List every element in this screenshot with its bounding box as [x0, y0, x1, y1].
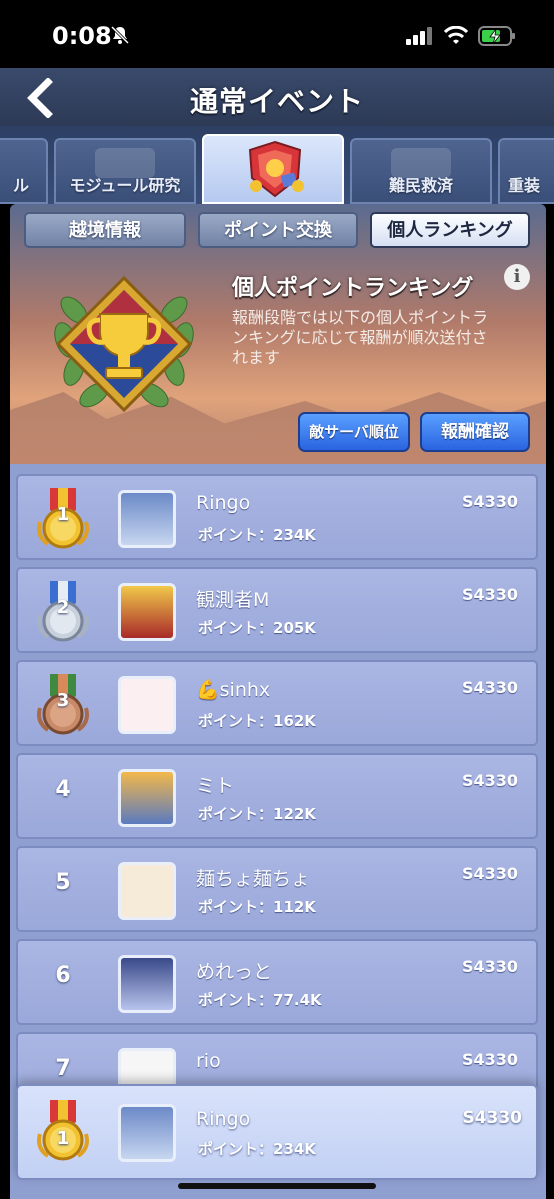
- player-server: S4330: [461, 1050, 518, 1069]
- subtab-point-exchange[interactable]: ポイント交換: [198, 212, 358, 248]
- ranking-row[interactable]: 5 麺ちょ麺ちょ ポイント：112K S4330: [16, 846, 538, 932]
- player-points: ポイント：122K: [198, 805, 316, 823]
- event-emblem-icon: [248, 140, 304, 198]
- info-icon[interactable]: i: [504, 264, 530, 290]
- player-name: Ringo: [196, 1108, 251, 1130]
- ranking-banner: 越境情報 ポイント交換 個人ランキング 個人ポイントランキング i 報酬段階では…: [10, 204, 546, 464]
- player-name: Ringo: [196, 492, 251, 514]
- player-points: ポイント：162K: [198, 712, 316, 730]
- tab-label: 難民救済: [388, 176, 453, 195]
- tab-heavy[interactable]: 重装: [498, 138, 554, 204]
- subtab-personal-ranking[interactable]: 個人ランキング: [370, 212, 530, 248]
- tab-label: ル: [12, 176, 29, 195]
- player-points: ポイント：205K: [198, 619, 316, 637]
- tab-label: モジュール研究: [69, 176, 181, 195]
- player-server: S4330: [461, 864, 518, 883]
- rank-number: 1: [56, 1128, 70, 1149]
- tab-label: 重装: [508, 176, 541, 195]
- avatar: [118, 955, 176, 1013]
- tab-module-research[interactable]: モジュール研究: [54, 138, 196, 204]
- page-title: 通常イベント: [189, 85, 364, 118]
- player-server: S4330: [461, 678, 518, 697]
- avatar: [118, 769, 176, 827]
- avatar: [118, 862, 176, 920]
- player-name: めれっと: [196, 961, 273, 983]
- rank-number: 1: [56, 504, 70, 525]
- player-name: 観測者M: [196, 589, 270, 611]
- player-points: ポイント：234K: [198, 526, 316, 544]
- player-points: ポイント：112K: [198, 898, 316, 916]
- player-server: S4330: [461, 957, 518, 976]
- ranking-row[interactable]: 2 観測者M ポイント：205K S4330: [16, 567, 538, 653]
- rank-number: 3: [56, 690, 70, 711]
- page-header: 通常イベント: [0, 68, 554, 128]
- rank-number: 7: [55, 1056, 71, 1081]
- ranking-row[interactable]: 6 めれっと ポイント：77.4K S4330: [16, 939, 538, 1025]
- rank-number: 5: [55, 870, 71, 895]
- player-points: ポイント：234K: [198, 1140, 316, 1158]
- player-name: rio: [196, 1050, 221, 1072]
- wifi-icon: [444, 26, 468, 44]
- cellular-signal-icon: [406, 27, 432, 45]
- avatar: [118, 676, 176, 734]
- home-indicator[interactable]: [178, 1183, 376, 1189]
- ranking-row[interactable]: 1 Ringo ポイント：234K S4330: [16, 474, 538, 560]
- battery-charging-icon: [478, 26, 515, 46]
- avatar: [118, 583, 176, 641]
- ranking-description: 報酬段階では以下の個人ポイントランキングに応じて報酬が順次送付されます: [232, 308, 489, 367]
- player-server: S4330: [461, 771, 518, 790]
- status-time: 0:08: [52, 22, 112, 50]
- player-name: 💪sinhx: [196, 679, 271, 701]
- ranking-title: 個人ポイントランキング: [232, 276, 474, 301]
- player-name: ミト: [196, 775, 235, 797]
- status-bar: 0:08: [0, 0, 554, 68]
- reward-check-button[interactable]: 報酬確認: [420, 412, 530, 452]
- bell-muted-icon: [110, 25, 130, 45]
- tab-ranking-event[interactable]: [202, 134, 344, 204]
- player-name: 麺ちょ麺ちょ: [196, 868, 311, 890]
- tab-previous[interactable]: ル: [0, 138, 48, 204]
- trophy-laurel-icon: [54, 275, 194, 413]
- avatar: [118, 1104, 176, 1162]
- ranking-row[interactable]: 3 💪sinhx ポイント：162K S4330: [16, 660, 538, 746]
- rank-number: 6: [55, 963, 71, 988]
- tab-refugee-rescue[interactable]: 難民救済: [350, 138, 492, 204]
- event-tabs: ル モジュール研究 難民救済 重装: [0, 126, 554, 204]
- player-server: S4330: [461, 585, 518, 604]
- enemy-server-ranking-button[interactable]: 敵サーバ順位: [298, 412, 410, 452]
- avatar: [118, 490, 176, 548]
- player-points: ポイント：77.4K: [198, 991, 322, 1009]
- player-server: S4330: [461, 492, 518, 511]
- player-server: S4330: [462, 1108, 522, 1128]
- subtab-cross-border-info[interactable]: 越境情報: [24, 212, 186, 248]
- ranking-row[interactable]: 4 ミト ポイント：122K S4330: [16, 753, 538, 839]
- rank-number: 4: [55, 777, 71, 802]
- my-ranking-row[interactable]: 1 Ringo ポイント：234K S4330: [16, 1084, 538, 1180]
- rank-number: 2: [56, 597, 70, 618]
